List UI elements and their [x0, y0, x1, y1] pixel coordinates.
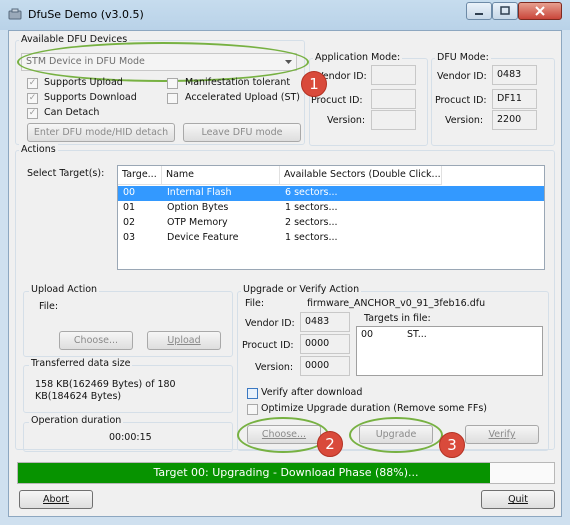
- manifestation-tolerant-label: Manifestation tolerant: [185, 77, 291, 88]
- app-version-field: [371, 110, 416, 130]
- targets-in-file-name: ST...: [407, 329, 427, 340]
- app-icon: [8, 8, 22, 20]
- progress-bar: Target 00: Upgrading - Download Phase (8…: [17, 462, 555, 484]
- upgrade-vendor-id-field: 0483: [300, 312, 350, 332]
- target-name: Device Feature: [167, 232, 239, 243]
- accelerated-upload-label: Accelerated Upload (ST): [185, 92, 301, 103]
- dfu-version-label: Version:: [445, 115, 484, 126]
- client-area: Available DFU Devices STM Device in DFU …: [8, 30, 562, 517]
- table-row[interactable]: 00 Internal Flash 6 sectors...: [118, 186, 544, 201]
- supports-download-label: Supports Download: [44, 92, 137, 103]
- duration-title: Operation duration: [29, 415, 124, 426]
- quit-button[interactable]: Quit: [481, 490, 555, 509]
- app-product-id-field: [371, 89, 416, 109]
- app-product-id-label: Procuct ID:: [311, 95, 363, 106]
- dfu-product-id-label: Procuct ID:: [435, 95, 487, 106]
- application-mode-title: Application Mode:: [313, 52, 403, 63]
- leave-dfu-mode-button[interactable]: Leave DFU mode: [183, 123, 301, 142]
- upload-choose-button[interactable]: Choose...: [59, 331, 133, 350]
- close-icon: [535, 6, 545, 16]
- enter-dfu-mode-button[interactable]: Enter DFU mode/HID detach: [27, 123, 175, 142]
- abort-button[interactable]: Abort: [19, 490, 93, 509]
- table-row[interactable]: 02 OTP Memory 2 sectors...: [118, 216, 544, 231]
- dfu-version-field: 2200: [492, 110, 537, 130]
- transferred-text: 158 KB(162469 Bytes) of 180 KB(184624 By…: [35, 379, 176, 402]
- target-name: Option Bytes: [167, 202, 229, 213]
- target-sectors: 1 sectors...: [285, 232, 338, 243]
- dfu-vendor-id-field: 0483: [492, 65, 537, 85]
- title-bar[interactable]: DfuSe Demo (v3.0.5): [0, 0, 570, 30]
- maximize-icon: [500, 6, 510, 15]
- target-name: OTP Memory: [167, 217, 228, 228]
- upgrade-file-label: File:: [245, 298, 265, 309]
- highlight-device-oval: [17, 42, 309, 82]
- app-vendor-id-field: [371, 65, 416, 85]
- upgrade-vendor-id-label: Vendor ID:: [245, 318, 295, 329]
- targets-in-file-list[interactable]: 00 ST...: [356, 326, 543, 376]
- verify-after-download-checkbox[interactable]: [247, 388, 258, 399]
- upgrade-version-field: 0000: [300, 356, 350, 376]
- upgrade-product-id-label: Procuct ID:: [242, 340, 294, 351]
- targets-table[interactable]: Targe... Name Available Sectors (Double …: [117, 165, 545, 270]
- upload-action-title: Upload Action: [29, 284, 100, 295]
- supports-upload-label: Supports Upload: [44, 77, 123, 88]
- close-button[interactable]: [518, 2, 562, 20]
- upgrade-version-label: Version:: [255, 362, 294, 373]
- duration-value: 00:00:15: [109, 432, 152, 443]
- annotation-marker-2: 2: [317, 431, 343, 457]
- window-title: DfuSe Demo (v3.0.5): [28, 8, 144, 21]
- target-id: 03: [123, 232, 136, 243]
- target-id: 02: [123, 217, 136, 228]
- target-id: 00: [123, 187, 136, 198]
- targets-in-file-label: Targets in file:: [364, 313, 431, 324]
- optimize-upgrade-checkbox[interactable]: [247, 404, 258, 415]
- table-row[interactable]: 01 Option Bytes 1 sectors...: [118, 201, 544, 216]
- highlight-upgrade-oval: [349, 417, 443, 453]
- can-detach-label: Can Detach: [44, 107, 100, 118]
- target-sectors: 2 sectors...: [285, 217, 338, 228]
- accelerated-upload-checkbox[interactable]: [167, 93, 178, 104]
- targets-in-file-id: 00: [361, 329, 374, 340]
- highlight-choose-oval: [237, 417, 329, 453]
- manifestation-tolerant-checkbox[interactable]: [167, 78, 178, 89]
- upgrade-product-id-field: 0000: [300, 334, 350, 354]
- minimize-icon: [475, 13, 483, 15]
- column-header-target[interactable]: Targe...: [118, 166, 162, 185]
- verify-button[interactable]: Verify: [465, 425, 539, 444]
- upload-file-label: File:: [39, 301, 59, 312]
- supports-upload-checkbox[interactable]: ✓: [27, 78, 38, 89]
- upload-button[interactable]: Upload: [147, 331, 221, 350]
- app-window: DfuSe Demo (v3.0.5) Available DFU Device…: [0, 0, 570, 525]
- column-header-name[interactable]: Name: [162, 166, 280, 185]
- upgrade-title: Upgrade or Verify Action: [241, 284, 362, 295]
- minimize-button[interactable]: [466, 2, 492, 20]
- table-row[interactable]: 03 Device Feature 1 sectors...: [118, 231, 544, 246]
- can-detach-checkbox[interactable]: ✓: [27, 108, 38, 119]
- target-id: 01: [123, 202, 136, 213]
- target-sectors: 6 sectors...: [285, 187, 338, 198]
- supports-download-checkbox[interactable]: ✓: [27, 93, 38, 104]
- optimize-upgrade-label: Optimize Upgrade duration (Remove some F…: [261, 403, 487, 414]
- select-target-label: Select Target(s):: [27, 168, 105, 179]
- app-version-label: Version:: [327, 115, 366, 126]
- maximize-button[interactable]: [492, 2, 518, 20]
- column-header-sectors[interactable]: Available Sectors (Double Click...: [280, 166, 442, 185]
- annotation-marker-3: 3: [439, 432, 465, 458]
- verify-after-download-label: Verify after download: [261, 387, 363, 398]
- dfu-mode-title: DFU Mode:: [435, 52, 491, 63]
- progress-text: Target 00: Upgrading - Download Phase (8…: [153, 466, 419, 479]
- actions-title: Actions: [19, 144, 58, 155]
- annotation-marker-1: 1: [301, 71, 327, 97]
- target-sectors: 1 sectors...: [285, 202, 338, 213]
- upgrade-file-name: firmware_ANCHOR_v0_91_3feb16.dfu: [307, 298, 486, 309]
- dfu-vendor-id-label: Vendor ID:: [437, 71, 487, 82]
- transferred-title: Transferred data size: [29, 358, 133, 369]
- dfu-product-id-field: DF11: [492, 89, 537, 109]
- target-name: Internal Flash: [167, 187, 232, 198]
